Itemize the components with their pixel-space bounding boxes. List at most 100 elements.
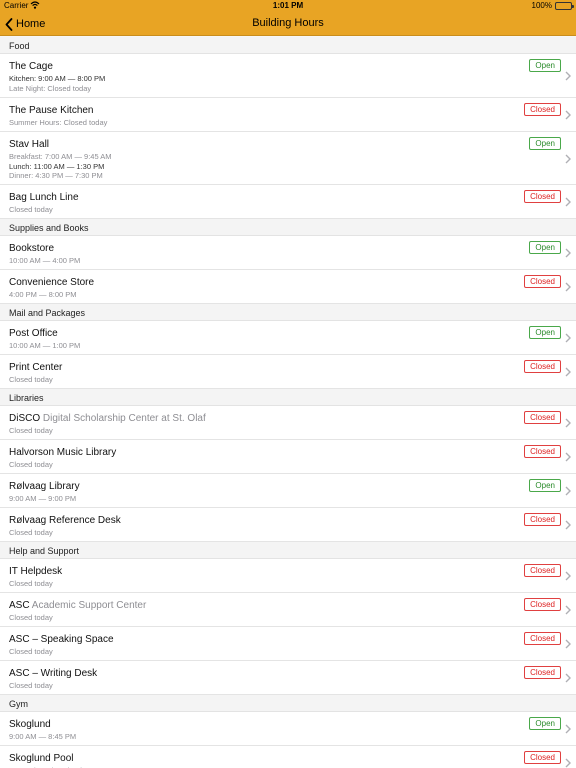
hours-line: Closed today	[9, 375, 53, 384]
status-badge: Closed	[524, 360, 561, 373]
chevron-right-icon	[565, 197, 571, 207]
hours-text: Kitchen: 9:00 AM — 8:00 PM Late Night: Cl…	[9, 74, 105, 93]
location-title: Rølvaag Reference Desk	[9, 515, 121, 526]
hours-line: Closed today	[9, 460, 53, 469]
location-name: IT Helpdesk	[9, 566, 62, 577]
hours-line: Closed today	[9, 205, 53, 214]
hours-line: Kitchen: 9:00 AM — 8:00 PM	[9, 74, 106, 83]
chevron-right-icon	[565, 154, 571, 164]
location-title: Skoglund Pool	[9, 753, 74, 764]
location-name: The Pause Kitchen	[9, 105, 94, 116]
hours-text: Summer Hours: Closed today	[9, 118, 107, 128]
status-badge: Closed	[524, 632, 561, 645]
location-title: Skoglund	[9, 719, 51, 730]
location-name: ASC – Writing Desk	[9, 668, 97, 679]
list-item-disco[interactable]: DiSCO Digital Scholarship Center at St. …	[0, 406, 576, 440]
hours-line: Closed today	[9, 579, 53, 588]
list-item-convenience-store[interactable]: Convenience Store 4:00 PM — 8:00 PM Closed	[0, 270, 576, 304]
location-name: Skoglund	[9, 719, 51, 730]
status-badge: Closed	[524, 275, 561, 288]
location-name: Convenience Store	[9, 277, 94, 288]
chevron-right-icon	[565, 724, 571, 734]
location-title: ASC	[9, 600, 30, 611]
navigation-bar: Home Building Hours	[0, 12, 576, 36]
hours-line: 10:00 AM — 4:00 PM	[9, 256, 81, 265]
back-button-label: Home	[16, 18, 46, 30]
location-title: Bookstore	[9, 243, 55, 254]
hours-text: Closed today	[9, 460, 53, 470]
hours-text: 4:00 PM — 8:00 PM	[9, 290, 77, 300]
list-item-halvorson-music-library[interactable]: Halvorson Music Library Closed today Close…	[0, 440, 576, 474]
hours-text: Closed today	[9, 375, 53, 385]
hours-line: 4:00 PM — 8:00 PM	[9, 290, 77, 299]
hours-line: Summer Hours: Closed today	[9, 118, 108, 127]
chevron-right-icon	[565, 71, 571, 81]
back-button[interactable]: Home	[5, 16, 45, 32]
location-name: Skoglund Pool	[9, 753, 74, 764]
location-name: Bookstore	[9, 243, 54, 254]
chevron-right-icon	[565, 333, 571, 343]
hours-line: Lunch: 11:00 AM — 1:30 PM	[9, 161, 105, 171]
chevron-right-icon	[565, 605, 571, 615]
location-name: Print Center	[9, 362, 62, 373]
list-item-the-cage[interactable]: The Cage Kitchen: 9:00 AM — 8:00 PM Late N…	[0, 54, 576, 98]
list-item-r-lvaag-library[interactable]: Rølvaag Library 9:00 AM — 9:00 PM Open	[0, 474, 576, 508]
chevron-right-icon	[565, 367, 571, 377]
location-name: Stav Hall	[9, 139, 49, 150]
section-header-supplies-and-books: Supplies and Books	[0, 219, 576, 236]
chevron-right-icon	[565, 520, 571, 530]
location-subtitle: Academic Support Center	[31, 600, 147, 611]
hours-text: 9:00 AM — 9:00 PM	[9, 494, 76, 504]
hours-text: Breakfast: 7:00 AM — 9:45 AM Lunch: 11:00…	[9, 152, 112, 181]
chevron-right-icon	[565, 248, 571, 258]
list-item-it-helpdesk[interactable]: IT Helpdesk Closed today Closed	[0, 559, 576, 593]
list-item-post-office[interactable]: Post Office 10:00 AM — 1:00 PM Open	[0, 321, 576, 355]
hours-line: Closed today	[9, 681, 53, 690]
chevron-right-icon	[565, 571, 571, 581]
location-title: The Cage	[9, 61, 53, 72]
list-item-bookstore[interactable]: Bookstore 10:00 AM — 4:00 PM Open	[0, 236, 576, 270]
list-item-asc-speaking-space[interactable]: ASC – Speaking Space Closed today Closed	[0, 627, 576, 661]
location-name: DiSCO Digital Scholarship Center at St. …	[9, 413, 206, 424]
hours-line: 9:00 AM — 9:00 PM	[9, 494, 77, 503]
location-title: The Pause Kitchen	[9, 105, 94, 116]
list-item-skoglund-pool[interactable]: Skoglund PoolLap Swim: Closed todayClose…	[0, 746, 576, 768]
hours-text: Closed today	[9, 528, 53, 538]
hours-text: 9:00 AM — 8:45 PM	[9, 732, 76, 742]
status-badge: Closed	[524, 190, 561, 203]
list-item-print-center[interactable]: Print Center Closed today Closed	[0, 355, 576, 389]
building-hours-list[interactable]: Food The Cage Kitchen: 9:00 AM — 8:00 PM La…	[0, 37, 576, 768]
hours-line: Closed today	[9, 613, 53, 622]
location-title: Convenience Store	[9, 277, 95, 288]
list-item-the-pause-kitchen[interactable]: The Pause Kitchen Summer Hours: Closed to…	[0, 98, 576, 132]
hours-text: 10:00 AM — 4:00 PM	[9, 256, 80, 266]
location-title: Rølvaag Library	[9, 481, 80, 492]
status-time: 1:01 PM	[272, 1, 304, 10]
section-header-help-and-support: Help and Support	[0, 542, 576, 559]
location-name: Rølvaag Library	[9, 481, 80, 492]
status-badge: Closed	[524, 513, 561, 526]
status-badge: Open	[529, 479, 561, 492]
chevron-right-icon	[565, 418, 571, 428]
location-title: ASC – Speaking Space	[9, 634, 114, 645]
location-title: Stav Hall	[9, 139, 50, 150]
battery-icon	[555, 2, 574, 10]
hours-text: Closed today	[9, 613, 53, 623]
status-badge: Closed	[524, 411, 561, 424]
chevron-left-icon	[5, 17, 13, 31]
status-badge: Closed	[524, 103, 561, 116]
hours-line: Late Night: Closed today	[9, 83, 92, 93]
list-item-skoglund[interactable]: Skoglund 9:00 AM — 8:45 PM Open	[0, 712, 576, 746]
chevron-right-icon	[565, 486, 571, 496]
list-item-stav-hall[interactable]: Stav Hall Breakfast: 7:00 AM — 9:45 AM Lun…	[0, 132, 576, 185]
status-bar: Carrier 1:01 PM 100%	[0, 0, 576, 12]
status-badge: Open	[529, 59, 561, 72]
location-name: The Cage	[9, 61, 53, 72]
status-badge: Open	[529, 326, 561, 339]
list-item-bag-lunch-line[interactable]: Bag Lunch Line Closed today Closed	[0, 185, 576, 219]
list-item-asc-writing-desk[interactable]: ASC – Writing Desk Closed today Closed	[0, 661, 576, 695]
list-item-asc[interactable]: ASC Academic Support Center Closed today C…	[0, 593, 576, 627]
location-name: Halvorson Music Library	[9, 447, 116, 458]
list-item-r-lvaag-reference-desk[interactable]: Rølvaag Reference Desk Closed today Closed	[0, 508, 576, 542]
location-title: Post Office	[9, 328, 58, 339]
